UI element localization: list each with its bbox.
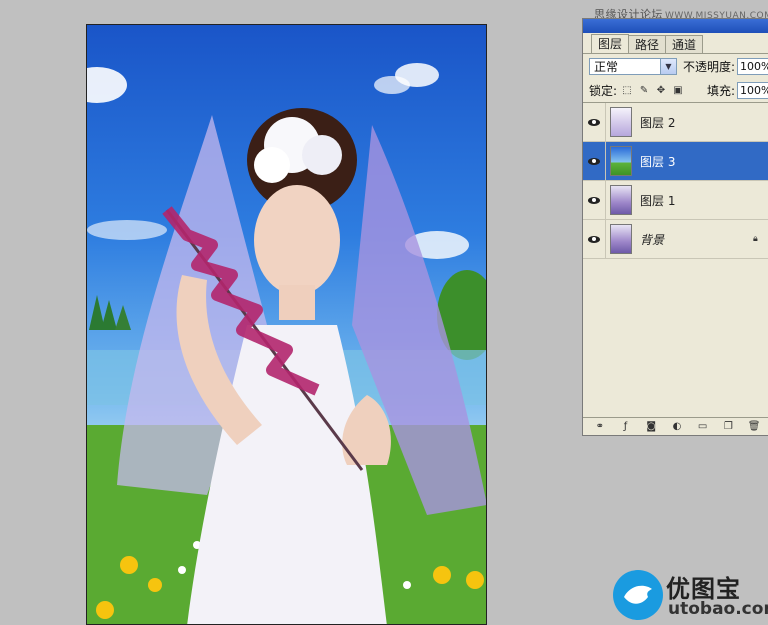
layer-thumbnail bbox=[610, 224, 632, 254]
opacity-label: 不透明度: bbox=[682, 59, 736, 74]
logo-en-text: utobao.com bbox=[668, 599, 768, 619]
lock-move-icon[interactable]: ✥ bbox=[654, 83, 668, 97]
bird-logo-icon bbox=[613, 570, 663, 620]
layer-name: 背景 bbox=[640, 232, 665, 247]
link-layers-icon[interactable]: ⚭ bbox=[593, 421, 607, 432]
opacity-field[interactable]: 100% bbox=[737, 57, 768, 75]
blend-mode-select[interactable]: 正常 ▼ bbox=[589, 57, 677, 75]
fill-field[interactable]: 100% bbox=[737, 81, 768, 99]
visibility-toggle[interactable] bbox=[583, 220, 606, 258]
layer-name: 图层 1 bbox=[640, 193, 676, 208]
eye-icon bbox=[588, 157, 600, 165]
adjustment-layer-icon[interactable]: ◐ bbox=[670, 421, 684, 432]
layer-style-icon[interactable]: ƒ bbox=[619, 421, 633, 432]
new-layer-icon[interactable]: ❐ bbox=[721, 421, 735, 432]
panel-titlebar[interactable] bbox=[583, 19, 768, 33]
visibility-toggle[interactable] bbox=[583, 181, 606, 219]
tab-paths[interactable]: 路径 bbox=[628, 35, 667, 53]
lock-transparency-icon[interactable]: ⬚ bbox=[620, 83, 634, 97]
tab-layers[interactable]: 图层 bbox=[591, 34, 630, 53]
utobao-logo: 优图宝 utobao.com bbox=[612, 565, 768, 625]
visibility-toggle[interactable] bbox=[583, 103, 606, 141]
layers-panel: 图层 路径 通道 正常 ▼ 不透明度: 100% 锁定: ⬚ ✎ ✥ ▣ 填充:… bbox=[582, 18, 768, 436]
layer-name: 图层 3 bbox=[640, 154, 676, 169]
lock-paint-icon[interactable]: ✎ bbox=[637, 83, 651, 97]
layer-list: 图层 2 图层 3 图层 1 背景 🔒︎ bbox=[583, 103, 768, 259]
trash-icon[interactable]: 🗑︎ bbox=[747, 421, 761, 432]
photo-composite bbox=[87, 63, 486, 624]
layer-row-layer3[interactable]: 图层 3 bbox=[583, 142, 768, 181]
eye-icon bbox=[588, 235, 600, 243]
layer-thumbnail bbox=[610, 146, 632, 176]
document-canvas[interactable] bbox=[86, 24, 487, 625]
new-group-icon[interactable]: ▭ bbox=[696, 421, 710, 432]
visibility-toggle[interactable] bbox=[583, 142, 606, 180]
lock-all-icon[interactable]: ▣ bbox=[671, 83, 685, 97]
eye-icon bbox=[588, 118, 600, 126]
lock-label: 锁定: bbox=[589, 83, 618, 98]
mask-icon[interactable]: ◙ bbox=[644, 421, 658, 432]
layer-thumbnail bbox=[610, 185, 632, 215]
layer-name: 图层 2 bbox=[640, 115, 676, 130]
blend-row: 正常 ▼ 不透明度: 100% bbox=[583, 54, 768, 78]
blend-mode-value: 正常 bbox=[594, 59, 619, 74]
tab-channels[interactable]: 通道 bbox=[665, 35, 704, 53]
lock-row: 锁定: ⬚ ✎ ✥ ▣ 填充: 100% bbox=[583, 78, 768, 103]
panel-bottom-toolbar: ⚭ ƒ ◙ ◐ ▭ ❐ 🗑︎ bbox=[583, 417, 768, 435]
panel-tabs: 图层 路径 通道 bbox=[583, 33, 768, 54]
fill-label: 填充: bbox=[706, 83, 736, 98]
layer-row-background[interactable]: 背景 🔒︎ bbox=[583, 220, 768, 259]
layer-row-layer2[interactable]: 图层 2 bbox=[583, 103, 768, 142]
chevron-down-icon[interactable]: ▼ bbox=[659, 58, 676, 74]
eye-icon bbox=[588, 196, 600, 204]
layer-row-layer1[interactable]: 图层 1 bbox=[583, 181, 768, 220]
lock-icon: 🔒︎ bbox=[753, 234, 758, 244]
layer-thumbnail bbox=[610, 107, 632, 137]
